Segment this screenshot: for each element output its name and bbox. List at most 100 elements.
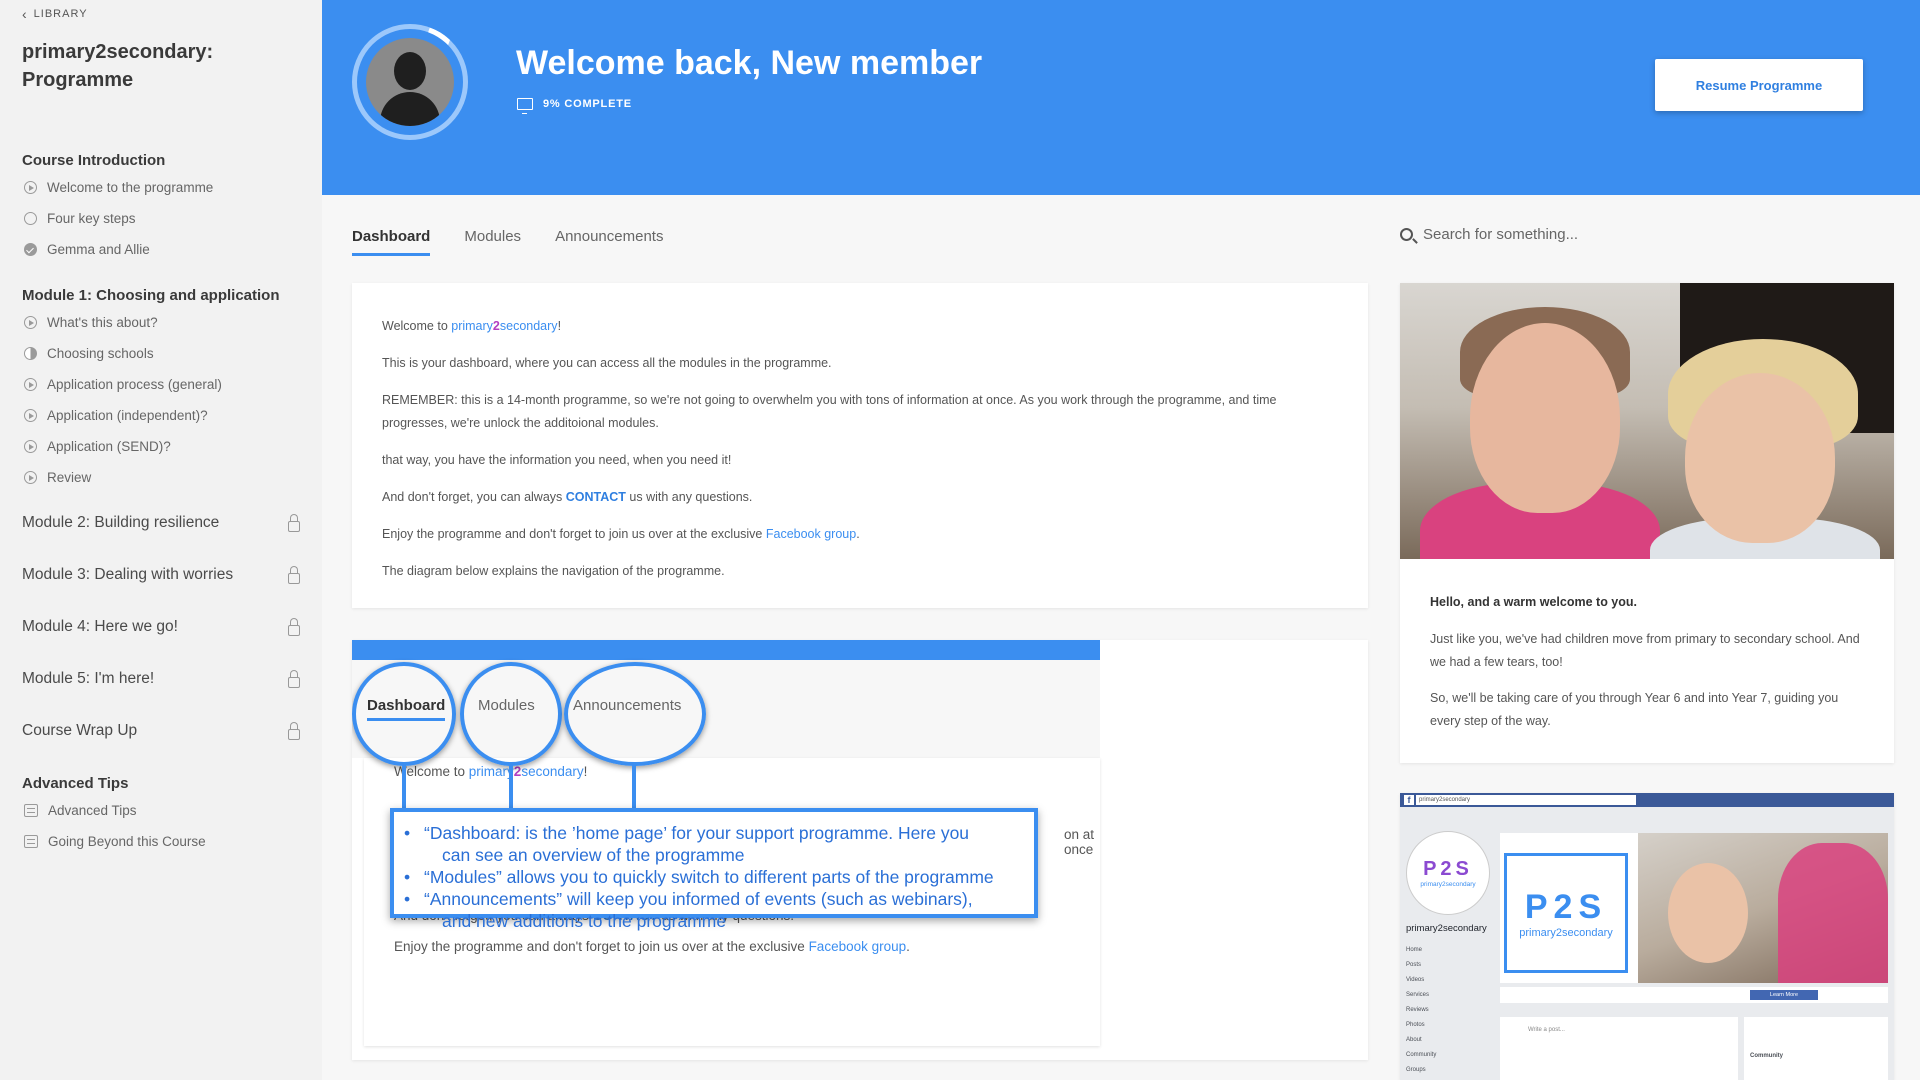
founders-photo <box>1400 283 1894 559</box>
section-module-2[interactable]: Module 2: Building resilience <box>22 511 300 535</box>
search-icon <box>1400 228 1413 241</box>
facebook-group-preview[interactable]: f primary2secondary P2S primary2secondar… <box>1400 793 1894 1080</box>
tab-dashboard[interactable]: Dashboard <box>352 228 431 256</box>
diagram-facebook: Enjoy the programme and don't forget to … <box>394 939 910 954</box>
section-title[interactable]: Module 1: Choosing and application <box>22 283 300 307</box>
section-advanced-tips: Advanced Tips Advanced Tips Going Beyond… <box>22 771 300 857</box>
brand-link[interactable]: primary2secondary <box>451 319 557 333</box>
sidebar: ‹ LIBRARY primary2secondary: Programme C… <box>0 0 322 1080</box>
section-module-3[interactable]: Module 3: Dealing with worries <box>22 563 300 587</box>
lesson-item[interactable]: Gemma and Allie <box>22 234 300 265</box>
lesson-label: Application process (general) <box>47 377 222 392</box>
welcome-card: Hello, and a warm welcome to you. Just l… <box>1400 283 1894 763</box>
facebook-cover-photo <box>1638 833 1888 983</box>
library-back-link[interactable]: ‹ LIBRARY <box>22 6 88 22</box>
lock-icon <box>288 617 300 636</box>
connector-line <box>509 764 513 810</box>
facebook-learn-more: Learn More <box>1750 990 1818 1000</box>
play-circle-icon <box>24 440 37 453</box>
intro-welcome: Welcome to primary2secondary! <box>382 319 562 333</box>
lesson-label: Four key steps <box>47 211 136 226</box>
facebook-actions: Learn More <box>1500 987 1888 1003</box>
play-circle-icon <box>24 471 37 484</box>
search-bar <box>1400 226 1890 243</box>
section-module-5[interactable]: Module 5: I'm here! <box>22 667 300 691</box>
facebook-menu: Home Posts Videos Services Reviews Photo… <box>1406 947 1437 1073</box>
lesson-label: Advanced Tips <box>48 803 137 818</box>
diagram-callout: • “Dashboard: is the ’home page’ for your… <box>390 808 1038 931</box>
section-title[interactable]: Advanced Tips <box>22 771 300 795</box>
lesson-label: Application (independent)? <box>47 408 208 423</box>
facebook-side-box: Community <box>1744 1017 1888 1080</box>
chevron-left-icon: ‹ <box>22 6 28 22</box>
section-title[interactable]: Course Introduction <box>22 148 300 172</box>
intro-paragraph: that way, you have the information you n… <box>382 453 732 467</box>
lesson-item[interactable]: Going Beyond this Course <box>22 826 300 857</box>
lesson-label: Welcome to the programme <box>47 180 214 195</box>
hero-banner: Welcome back, New member 9% COMPLETE Res… <box>322 0 1920 195</box>
callout-item: • “Modules” allows you to quickly switch … <box>404 867 994 887</box>
lesson-item[interactable]: Application process (general) <box>22 369 300 400</box>
section-title: Module 2: Building resilience <box>22 514 220 531</box>
facebook-group-link[interactable]: Facebook group <box>766 527 856 541</box>
intro-contact: And don't forget, you can always CONTACT… <box>382 490 753 504</box>
section-course-introduction: Course Introduction Welcome to the progr… <box>22 148 300 265</box>
lesson-item[interactable]: Advanced Tips <box>22 795 300 826</box>
highlight-ring-dashboard <box>352 662 456 766</box>
dashboard-intro-card: Welcome to primary2secondary! This is yo… <box>352 283 1368 608</box>
lesson-label: Gemma and Allie <box>47 242 150 257</box>
course-title: primary2secondary: Programme <box>22 41 214 91</box>
welcome-heading: Hello, and a warm welcome to you. <box>1430 595 1637 609</box>
main-tabs: Dashboard Modules Announcements <box>352 228 663 256</box>
highlight-ring-announcements <box>564 662 706 766</box>
lesson-item[interactable]: Application (SEND)? <box>22 431 300 462</box>
lesson-item[interactable]: Choosing schools <box>22 338 300 369</box>
section-course-wrap-up[interactable]: Course Wrap Up <box>22 719 300 743</box>
lesson-label: Review <box>47 470 92 485</box>
contact-link[interactable]: CONTACT <box>566 490 626 504</box>
lesson-item[interactable]: Review <box>22 462 300 493</box>
lesson-label: Going Beyond this Course <box>48 834 206 849</box>
diagram-trailing-text: on at once <box>1064 827 1095 857</box>
lesson-label: What's this about? <box>47 315 158 330</box>
p2s-logo: P2S primary2secondary <box>1406 831 1490 915</box>
search-input[interactable] <box>1423 226 1843 243</box>
facebook-cover: P2S primary2secondary <box>1500 833 1888 983</box>
diagram-top-bar <box>352 640 1100 660</box>
intro-paragraph: This is your dashboard, where you can ac… <box>382 356 832 370</box>
avatar-head <box>394 52 426 90</box>
document-icon <box>24 835 38 848</box>
lesson-label: Application (SEND)? <box>47 439 171 454</box>
facebook-page-name: primary2secondary <box>1406 923 1487 934</box>
section-title: Module 3: Dealing with worries <box>22 566 234 583</box>
avatar-body <box>380 92 440 126</box>
connector-line <box>632 764 636 810</box>
lesson-item[interactable]: Four key steps <box>22 203 300 234</box>
half-circle-icon <box>24 347 37 360</box>
facebook-post-box: Write a post... <box>1500 1017 1738 1080</box>
play-circle-icon <box>24 181 37 194</box>
lesson-item[interactable]: What's this about? <box>22 307 300 338</box>
document-icon <box>24 804 38 817</box>
section-module-4[interactable]: Module 4: Here we go! <box>22 615 300 639</box>
lesson-item[interactable]: Application (independent)? <box>22 400 300 431</box>
monitor-icon <box>517 98 533 114</box>
lesson-item[interactable]: Welcome to the programme <box>22 172 300 203</box>
connector-line <box>402 764 406 810</box>
navigation-diagram: Welcome to primary2secondary! on at once… <box>352 640 1368 1060</box>
intro-paragraph: The diagram below explains the navigatio… <box>382 564 725 578</box>
progress-label: 9% COMPLETE <box>543 98 632 110</box>
callout-item: • “Dashboard: is the ’home page’ for your… <box>404 823 970 843</box>
section-title: Course Wrap Up <box>22 722 138 739</box>
intro-paragraph: REMEMBER: this is a 14-month programme, … <box>382 393 1277 430</box>
check-circle-icon <box>24 243 37 256</box>
section-title: Module 4: Here we go! <box>22 618 178 635</box>
lock-icon <box>288 565 300 584</box>
highlight-ring-modules <box>460 662 562 766</box>
avatar[interactable] <box>366 38 454 126</box>
resume-programme-button[interactable]: Resume Programme <box>1655 59 1863 111</box>
intro-facebook: Enjoy the programme and don't forget to … <box>382 527 860 541</box>
tab-modules[interactable]: Modules <box>464 228 521 256</box>
callout-item-continued: and new additions to the programme <box>442 911 727 931</box>
tab-announcements[interactable]: Announcements <box>555 228 663 256</box>
